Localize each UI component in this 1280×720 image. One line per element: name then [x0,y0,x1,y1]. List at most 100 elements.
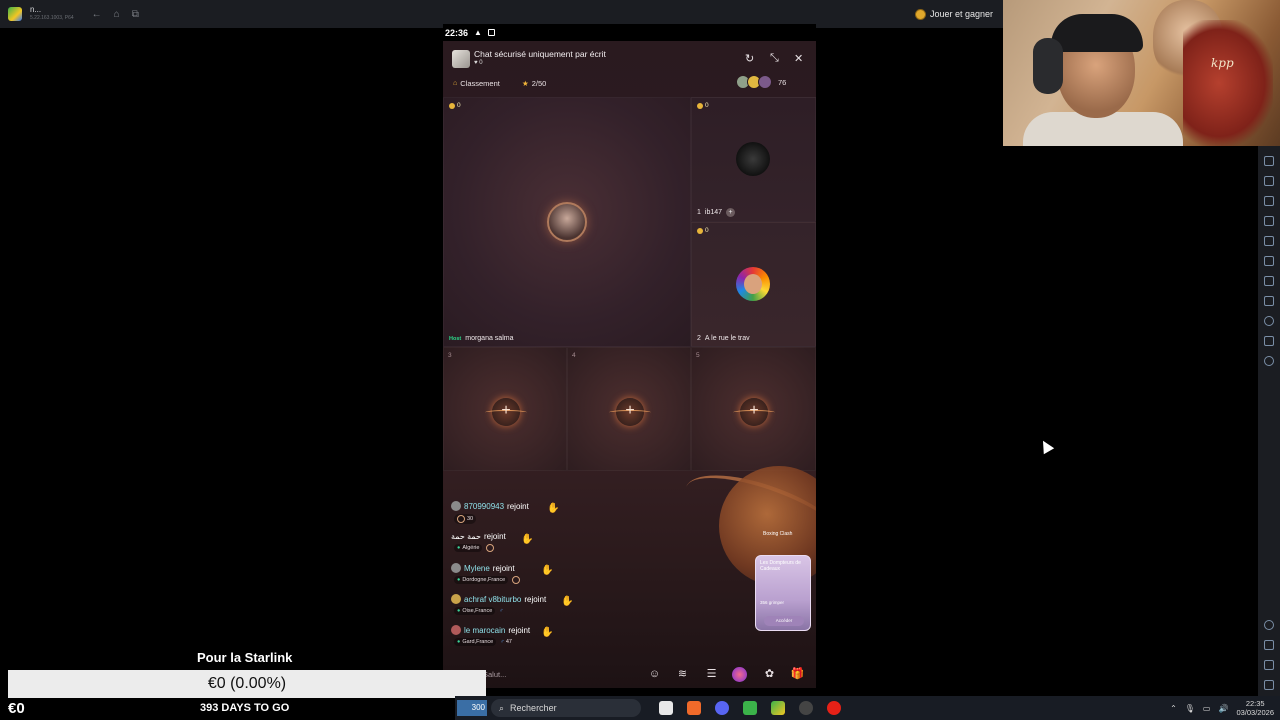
chevron-up-icon[interactable]: ⌃ [1170,704,1177,713]
add-seat-icon[interactable]: + [485,398,527,426]
empty-seat-5[interactable]: 5 + [691,347,816,471]
multitask-icon[interactable]: ⧉ [132,9,139,20]
add-seat-icon[interactable]: + [733,398,775,426]
close-icon[interactable]: ✕ [794,52,803,65]
host-avatar[interactable] [547,202,587,242]
settings-gear-icon[interactable] [1264,620,1274,630]
keyboard-icon[interactable] [1264,156,1274,166]
message-input[interactable]: Salut... [483,670,506,679]
search-icon: ⌕ [499,702,505,713]
weather-widget[interactable]: 300 [457,700,487,716]
ranking-button[interactable]: ⌂ Classement [453,79,500,88]
room-avatar[interactable] [452,50,470,68]
seat-2-avatar[interactable] [736,267,770,301]
gamepad-icon[interactable] [1264,176,1274,186]
share-icon[interactable]: ↻ [745,52,754,65]
donation-countdown: 393 DAYS TO GO [200,702,290,714]
wave-hand-icon[interactable]: ✋ [541,565,553,576]
host-seat[interactable]: 0 Host morgana salma [443,97,691,347]
feed-user[interactable]: حمة حمة [451,532,481,541]
clock-time: 22:35 [1245,699,1265,708]
empty-seat-3[interactable]: 3 + [443,347,567,471]
follow-plus-icon[interactable]: + [726,208,736,217]
feed-action: rejoint [508,625,531,635]
feed-user[interactable]: Mylene [464,564,490,573]
webcam-feed: kpp [1003,0,1280,146]
youtube-icon[interactable] [827,701,841,715]
voice-wave-icon[interactable]: ≋ [675,667,690,682]
airplane-icon[interactable] [1264,256,1274,266]
seat-1-avatar[interactable] [736,142,770,176]
android-recents-icon[interactable] [1264,680,1274,690]
user-avatar[interactable] [451,501,461,511]
level-badge: 30 [454,514,477,524]
ranking-label: Classement [460,79,500,88]
back-arrow-icon[interactable]: ← [92,9,102,20]
gallery-icon[interactable] [1264,236,1274,246]
boxing-clash-label[interactable]: Boxing Clash [763,531,792,537]
network-icon[interactable]: ▭ [1203,704,1211,713]
seat-2[interactable]: 0 2 A le rue le trav [691,222,816,347]
emulator-side-toolbar [1258,146,1280,698]
microphone-icon[interactable]: 🎙 [1185,704,1195,713]
emoji-icon[interactable]: ☺ [647,667,662,682]
home-icon[interactable]: ⌂ [114,9,120,20]
file-explorer-icon[interactable] [659,701,673,715]
wave-hand-icon[interactable]: ✋ [521,534,533,545]
seat-1-beans: 0 [697,102,709,109]
emulator-icon[interactable] [771,701,785,715]
wave-hand-icon[interactable]: ✋ [547,503,559,514]
volume-icon[interactable]: 🔊 [1218,704,1228,713]
screenshot-icon[interactable] [1264,196,1274,206]
voice-room: Chat sécurisé uniquement par écrit ♥ 0 ↻… [443,41,816,688]
taskbar-search[interactable]: ⌕ Rechercher [491,699,641,717]
brave-browser-icon[interactable] [687,701,701,715]
record-icon[interactable] [1264,216,1274,226]
wave-hand-icon[interactable]: ✋ [541,627,553,638]
event-promo-card[interactable]: Les Dompteurs de Cadeaux 356 grimper Acc… [755,555,811,631]
donation-amount: €0 [8,700,25,717]
seat-counter[interactable]: ★ 2/50 [522,79,546,88]
discord-icon[interactable] [715,701,729,715]
seat-2-beans: 0 [697,227,709,234]
boxing-game-icon[interactable] [732,667,747,682]
viewer-list[interactable]: 76 [736,75,786,89]
sync-icon[interactable] [1264,356,1274,366]
room-title[interactable]: Chat sécurisé uniquement par écrit [474,49,606,59]
system-tray: ⌃ 🎙 ▭ 🔊 22:35 03/03/2026 [1170,699,1274,717]
play-and-win-button[interactable]: Jouer et gagner [914,8,993,20]
clock-date: 03/03/2026 [1236,708,1274,717]
user-avatar[interactable] [451,563,461,573]
feed-user[interactable]: achraf v8biturbo [464,595,521,604]
taskbar-clock[interactable]: 22:35 03/03/2026 [1236,699,1274,717]
feed-user[interactable]: 870990943 [464,502,504,511]
eco-mode-icon[interactable] [1264,296,1274,306]
add-seat-icon[interactable]: + [609,398,651,426]
feed-action: rejoint [507,501,529,511]
android-back-icon[interactable] [1264,640,1274,650]
seat-1[interactable]: 0 1 ib147 + [691,97,816,222]
minimize-icon[interactable]: ⤡ [770,52,779,65]
layers-icon[interactable] [1264,336,1274,346]
user-avatar[interactable] [451,594,461,604]
spreadsheet-icon[interactable] [743,701,757,715]
seat-2-name: A le rue le trav [704,335,750,342]
promo-button[interactable]: Accéder [764,616,804,626]
android-status-bar: 22:36 ▲ [443,24,816,41]
seat-2-namebar: 2 A le rue le trav [697,335,750,342]
obs-icon[interactable] [799,701,813,715]
location-badge: ● Oise,France [454,607,496,615]
feed-item: achraf v8biturbo rejoint ● Oise,France ♂ ✋ [451,594,651,625]
menu-icon[interactable]: ☰ [704,667,719,682]
gift-icon[interactable]: 🎁 [790,667,805,682]
seat-number: 3 [448,352,452,359]
gift-box-icon[interactable]: ✿ [762,667,777,682]
feed-user[interactable]: le marocain [464,626,505,635]
empty-seat-4[interactable]: 4 + [567,347,691,471]
user-avatar[interactable] [451,625,461,635]
wave-hand-icon[interactable]: ✋ [561,596,573,607]
notification-icon [487,29,495,36]
location-icon[interactable] [1264,316,1274,326]
android-home-icon[interactable] [1264,660,1274,670]
apk-install-icon[interactable] [1264,276,1274,286]
